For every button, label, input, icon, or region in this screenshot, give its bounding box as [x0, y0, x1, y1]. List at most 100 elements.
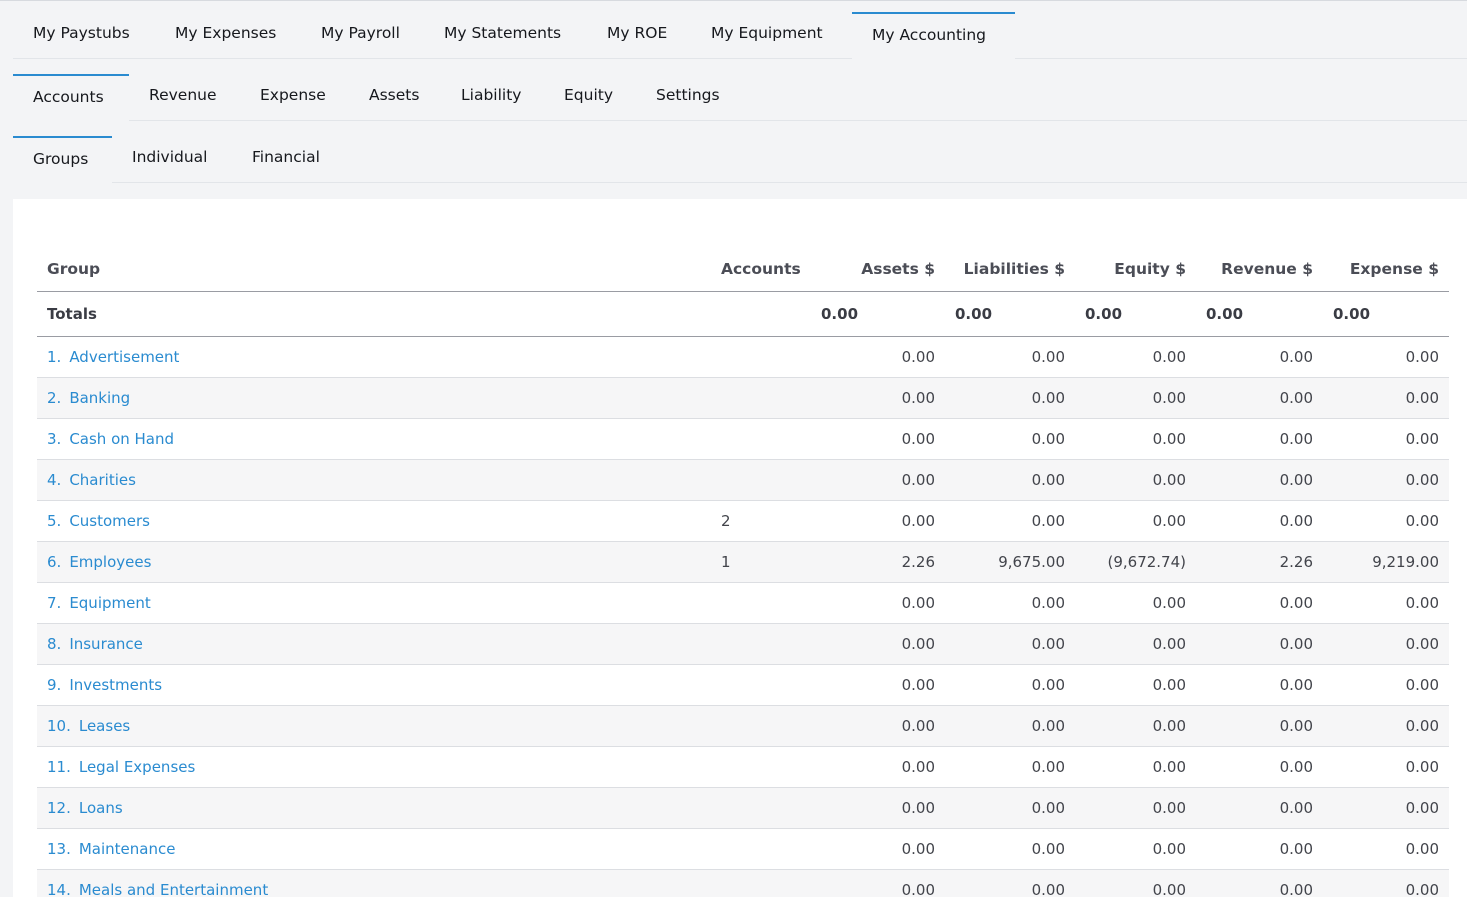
- column-header-assets[interactable]: Assets $: [811, 247, 945, 292]
- revenue-cell: 0.00: [1196, 746, 1323, 788]
- group-link[interactable]: 6. Employees: [47, 553, 151, 571]
- revenue-cell: 0.00: [1196, 869, 1323, 897]
- group-cell: 12. Loans: [37, 787, 711, 829]
- group-number: 6.: [47, 553, 62, 571]
- group-name: Loans: [78, 799, 123, 817]
- accounts-count-cell: [711, 623, 811, 665]
- equity-cell: 0.00: [1075, 336, 1196, 378]
- totals-revenue: 0.00: [1196, 291, 1323, 337]
- accounts-count-cell: [711, 459, 811, 501]
- tab-settings[interactable]: Settings: [636, 59, 744, 104]
- revenue-cell: 0.00: [1196, 787, 1323, 829]
- group-name: Charities: [69, 471, 136, 489]
- table-row: 3. Cash on Hand 0.00 0.00 0.00 0.00 0.00: [37, 418, 1449, 460]
- tab-my-equipment[interactable]: My Equipment: [691, 0, 852, 42]
- equity-cell: 0.00: [1075, 459, 1196, 501]
- group-link[interactable]: 13. Maintenance: [47, 840, 175, 858]
- table-row: 1. Advertisement 0.00 0.00 0.00 0.00 0.00: [37, 336, 1449, 378]
- group-cell: 9. Investments: [37, 664, 711, 706]
- group-cell: 5. Customers: [37, 500, 711, 542]
- accounts-count-cell: [711, 418, 811, 460]
- accounts-count-cell: 1: [711, 541, 811, 583]
- accounts-count-cell: [711, 787, 811, 829]
- tab-my-statements[interactable]: My Statements: [424, 0, 587, 42]
- column-header-equity[interactable]: Equity $: [1075, 247, 1196, 292]
- revenue-cell: 0.00: [1196, 664, 1323, 706]
- equity-cell: 0.00: [1075, 787, 1196, 829]
- secondary-nav-tabs: Accounts Revenue Expense Assets Liabilit…: [13, 59, 1467, 121]
- liabilities-cell: 0.00: [945, 582, 1075, 624]
- tab-my-payroll[interactable]: My Payroll: [301, 0, 424, 42]
- table-row: 10. Leases 0.00 0.00 0.00 0.00 0.00: [37, 705, 1449, 747]
- primary-nav-tabs: My Paystubs My Expenses My Payroll My St…: [13, 0, 1467, 59]
- group-link[interactable]: 12. Loans: [47, 799, 123, 817]
- tab-assets[interactable]: Assets: [349, 59, 441, 104]
- tab-my-paystubs[interactable]: My Paystubs: [13, 0, 155, 42]
- liabilities-cell: 0.00: [945, 459, 1075, 501]
- accounts-count-cell: [711, 869, 811, 897]
- expense-cell: 0.00: [1323, 828, 1449, 870]
- tab-expense[interactable]: Expense: [240, 59, 349, 104]
- assets-cell: 0.00: [811, 582, 945, 624]
- group-cell: 6. Employees: [37, 541, 711, 583]
- group-link[interactable]: 14. Meals and Entertainment: [47, 881, 268, 897]
- revenue-cell: 0.00: [1196, 500, 1323, 542]
- liabilities-cell: 0.00: [945, 828, 1075, 870]
- equity-cell: 0.00: [1075, 664, 1196, 706]
- group-link[interactable]: 1. Advertisement: [47, 348, 179, 366]
- tab-groups[interactable]: Groups: [13, 136, 112, 183]
- tab-accounts[interactable]: Accounts: [13, 74, 129, 121]
- equity-cell: 0.00: [1075, 869, 1196, 897]
- group-link[interactable]: 3. Cash on Hand: [47, 430, 174, 448]
- column-header-expense[interactable]: Expense $: [1323, 247, 1449, 292]
- revenue-cell: 0.00: [1196, 459, 1323, 501]
- column-header-liabilities[interactable]: Liabilities $: [945, 247, 1075, 292]
- expense-cell: 0.00: [1323, 582, 1449, 624]
- column-header-accounts[interactable]: Accounts: [711, 247, 811, 292]
- totals-expense: 0.00: [1323, 291, 1449, 337]
- expense-cell: 0.00: [1323, 418, 1449, 460]
- table-row: 7. Equipment 0.00 0.00 0.00 0.00 0.00: [37, 582, 1449, 624]
- liabilities-cell: 9,675.00: [945, 541, 1075, 583]
- expense-cell: 0.00: [1323, 705, 1449, 747]
- tab-financial[interactable]: Financial: [232, 121, 352, 166]
- group-number: 7.: [47, 594, 62, 612]
- tab-my-roe[interactable]: My ROE: [587, 0, 691, 42]
- group-number: 11.: [47, 758, 71, 776]
- groups-panel: Group Accounts Assets $ Liabilities $ Eq…: [13, 199, 1467, 897]
- group-link[interactable]: 11. Legal Expenses: [47, 758, 195, 776]
- group-link[interactable]: 5. Customers: [47, 512, 150, 530]
- expense-cell: 0.00: [1323, 664, 1449, 706]
- group-number: 2.: [47, 389, 62, 407]
- expense-cell: 0.00: [1323, 623, 1449, 665]
- column-header-group[interactable]: Group: [37, 247, 711, 292]
- totals-liabilities: 0.00: [945, 291, 1075, 337]
- tab-liability[interactable]: Liability: [441, 59, 544, 104]
- group-name: Customers: [69, 512, 150, 530]
- liabilities-cell: 0.00: [945, 500, 1075, 542]
- liabilities-cell: 0.00: [945, 869, 1075, 897]
- group-link[interactable]: 8. Insurance: [47, 635, 143, 653]
- tab-my-expenses[interactable]: My Expenses: [155, 0, 301, 42]
- group-link[interactable]: 10. Leases: [47, 717, 130, 735]
- group-cell: 8. Insurance: [37, 623, 711, 665]
- tab-individual[interactable]: Individual: [112, 121, 232, 166]
- group-cell: 7. Equipment: [37, 582, 711, 624]
- group-link[interactable]: 7. Equipment: [47, 594, 151, 612]
- tab-revenue[interactable]: Revenue: [129, 59, 240, 104]
- group-link[interactable]: 2. Banking: [47, 389, 130, 407]
- group-link[interactable]: 4. Charities: [47, 471, 136, 489]
- column-header-revenue[interactable]: Revenue $: [1196, 247, 1323, 292]
- group-number: 10.: [47, 717, 71, 735]
- assets-cell: 0.00: [811, 869, 945, 897]
- accounts-count-cell: [711, 377, 811, 419]
- group-name: Maintenance: [78, 840, 176, 858]
- group-link[interactable]: 9. Investments: [47, 676, 162, 694]
- group-number: 8.: [47, 635, 62, 653]
- tab-my-accounting[interactable]: My Accounting: [852, 12, 1015, 59]
- assets-cell: 0.00: [811, 459, 945, 501]
- equity-cell: 0.00: [1075, 623, 1196, 665]
- liabilities-cell: 0.00: [945, 746, 1075, 788]
- expense-cell: 0.00: [1323, 787, 1449, 829]
- tab-equity[interactable]: Equity: [544, 59, 636, 104]
